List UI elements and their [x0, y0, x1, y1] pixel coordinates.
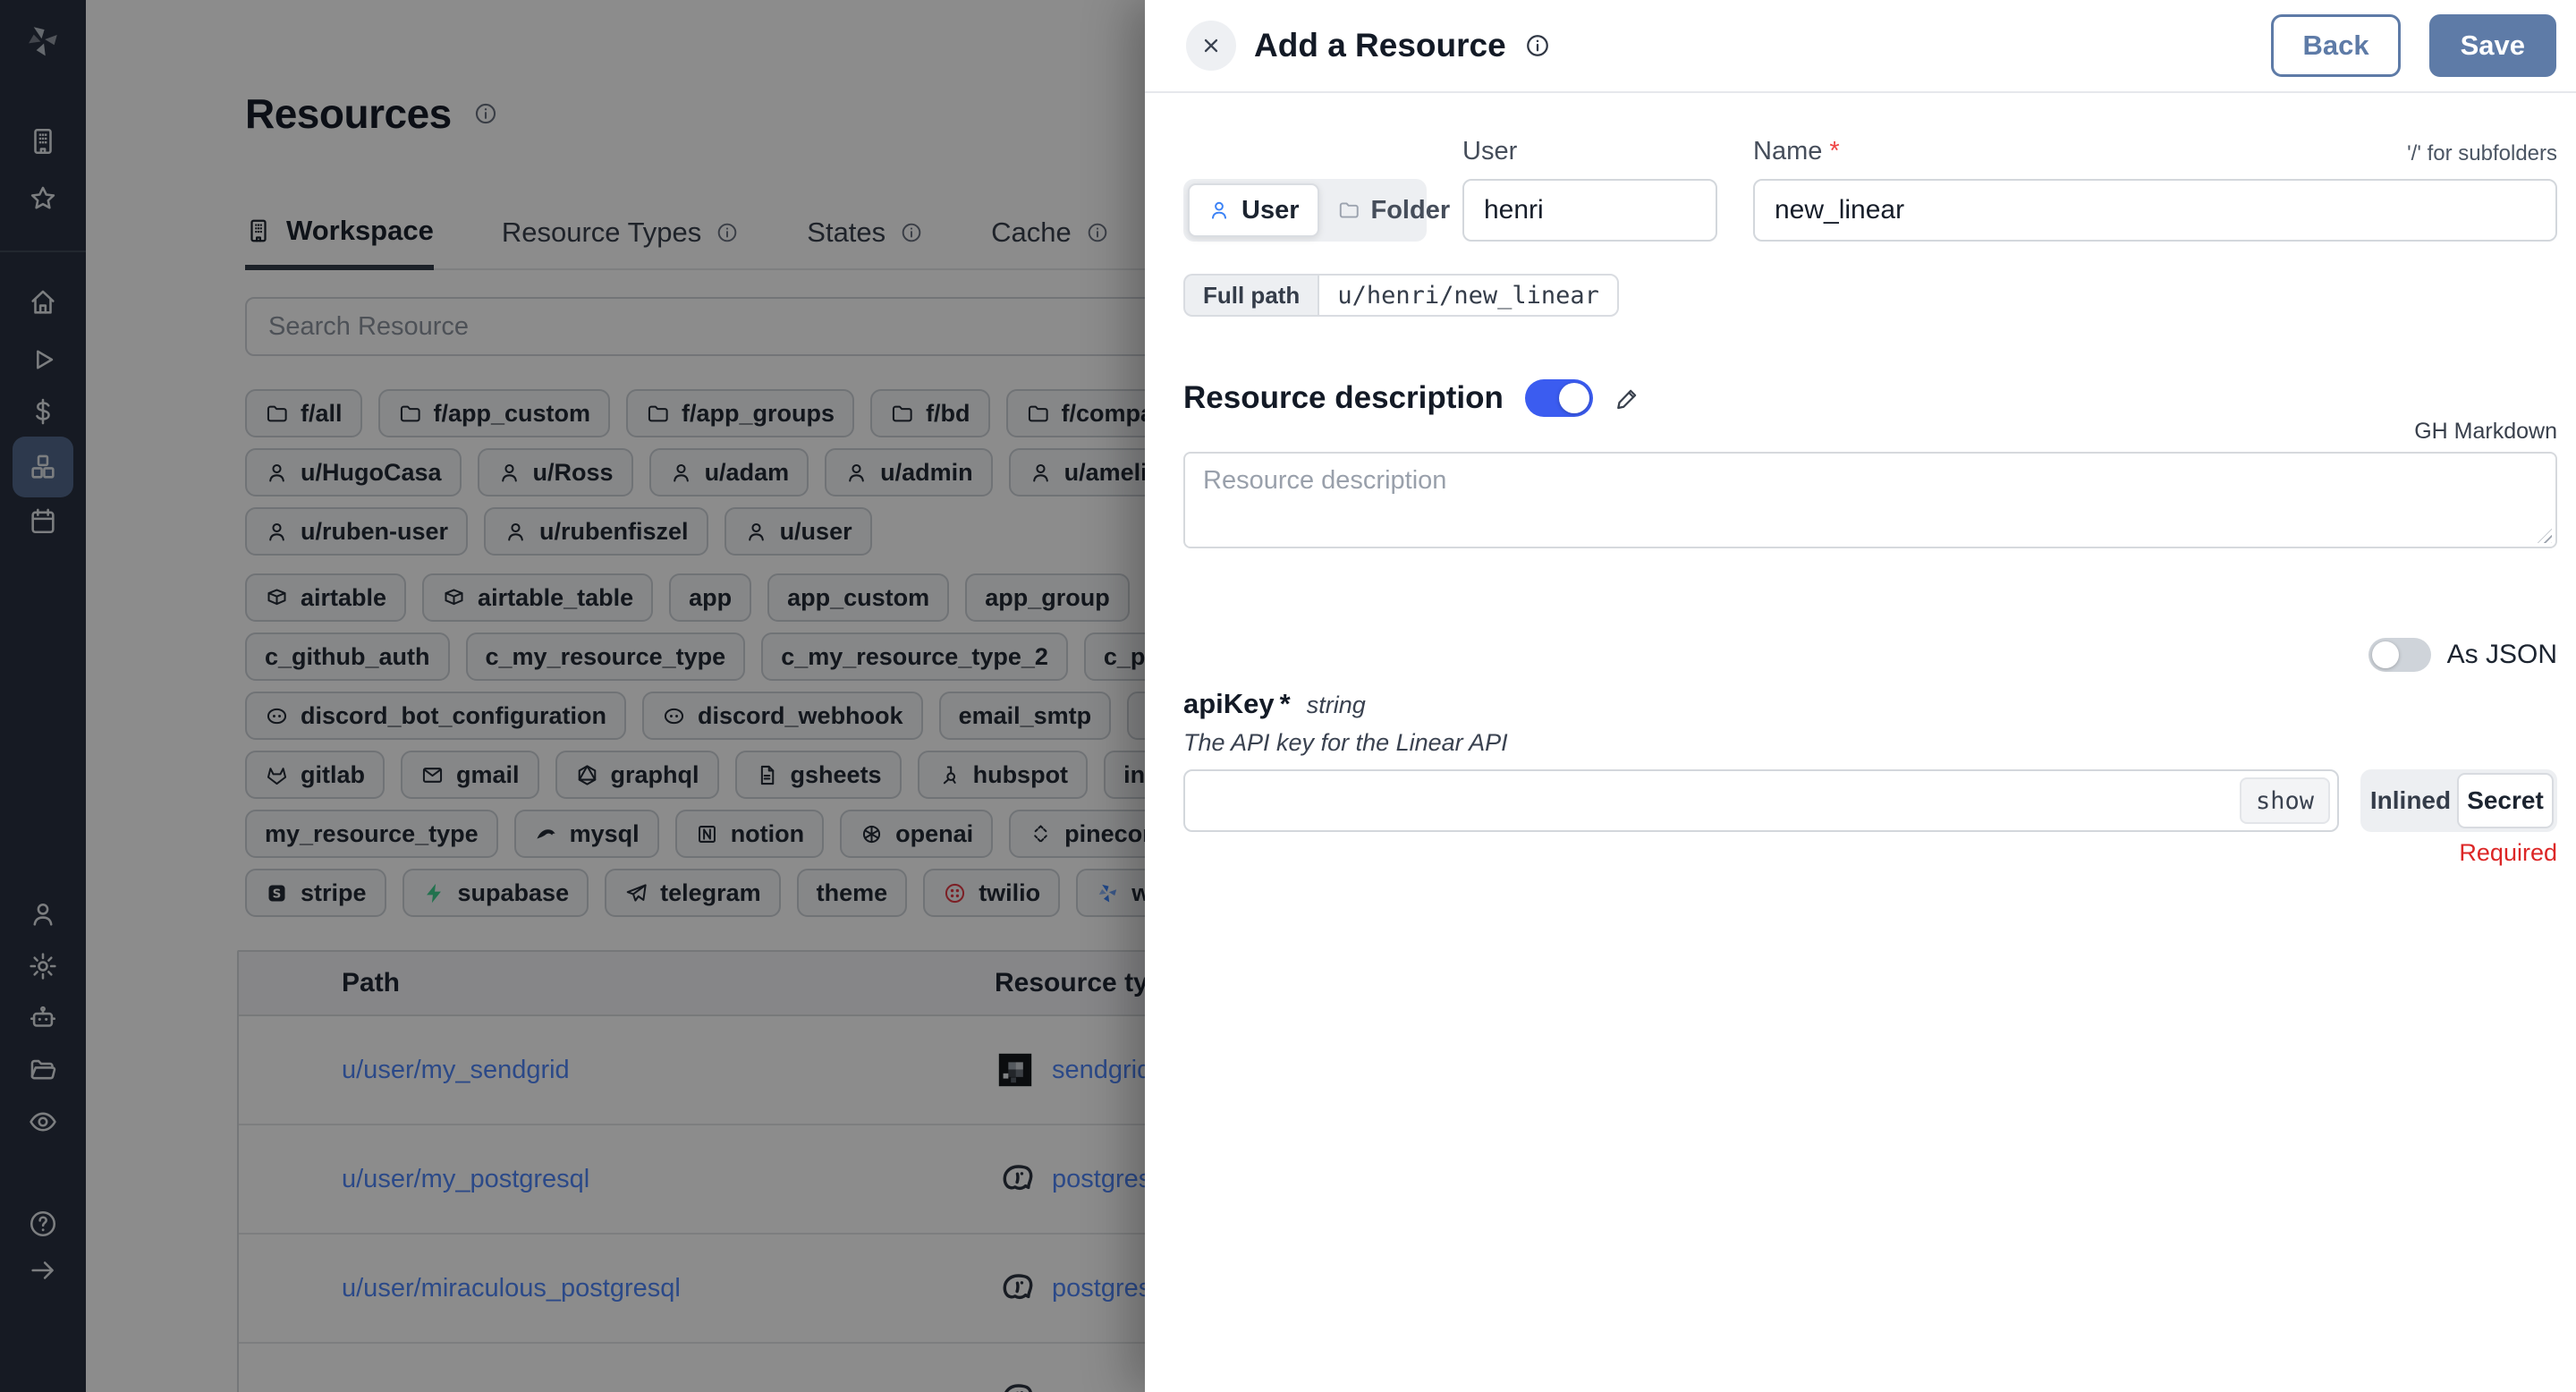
field-description: The API key for the Linear API [1183, 729, 2557, 757]
secret-mode-toggle: Inlined Secret [2360, 769, 2557, 832]
required-message: Required [1183, 839, 2557, 867]
user-field-label: User [1462, 134, 1717, 166]
close-button[interactable] [1186, 21, 1236, 71]
required-asterisk: * [1280, 688, 1291, 720]
description-textarea[interactable] [1183, 452, 2557, 548]
pencil-icon[interactable] [1614, 385, 1641, 412]
drawer-title: Add a Resource [1254, 27, 1506, 64]
user-icon [1208, 199, 1231, 222]
show-secret-button[interactable]: show [2240, 777, 2330, 824]
required-asterisk: * [1829, 137, 1839, 166]
field-name: apiKey [1183, 688, 1275, 720]
as-json-toggle[interactable] [2368, 638, 2431, 672]
field-type: string [1307, 692, 1366, 719]
markdown-hint: GH Markdown [1183, 419, 2557, 445]
add-resource-drawer: Add a Resource Back Save User Name* '/' … [1145, 0, 2576, 1392]
description-heading: Resource description [1183, 380, 1504, 416]
drawer-header: Add a Resource Back Save [1145, 0, 2576, 93]
info-icon[interactable] [1524, 32, 1551, 59]
full-path: Full path u/henri/new_linear [1183, 274, 1619, 317]
inlined-option[interactable]: Inlined [2364, 773, 2457, 828]
back-button[interactable]: Back [2271, 14, 2400, 77]
segment-label: Folder [1371, 196, 1451, 225]
description-toggle[interactable] [1525, 379, 1593, 417]
save-button[interactable]: Save [2429, 14, 2556, 77]
full-path-label: Full path [1183, 274, 1318, 317]
api-key-input[interactable] [1183, 769, 2339, 832]
user-field[interactable] [1462, 179, 1717, 242]
owner-kind-user-button[interactable]: User [1188, 183, 1319, 237]
secret-option[interactable]: Secret [2457, 773, 2554, 828]
close-icon [1199, 34, 1223, 57]
owner-kind-toggle: User Folder [1183, 179, 1427, 242]
name-field-label: Name* [1753, 137, 1840, 166]
as-json-label: As JSON [2447, 640, 2557, 670]
owner-kind-folder-button[interactable]: Folder [1319, 183, 1469, 237]
full-path-value: u/henri/new_linear [1318, 274, 1619, 317]
subfolder-hint: '/' for subfolders [2407, 141, 2557, 166]
segment-label: User [1241, 196, 1300, 225]
folder-icon [1337, 199, 1360, 222]
spacer [1183, 134, 1427, 166]
name-field[interactable] [1753, 179, 2557, 242]
